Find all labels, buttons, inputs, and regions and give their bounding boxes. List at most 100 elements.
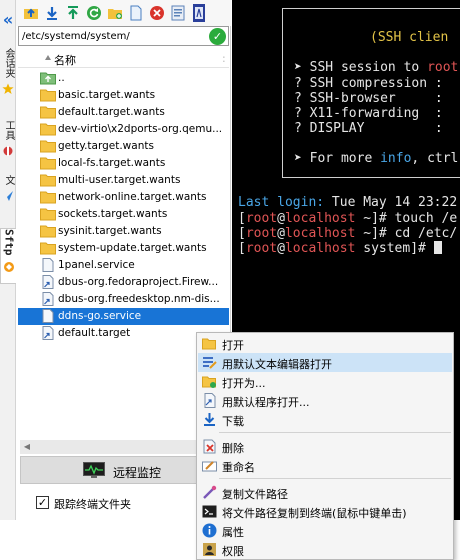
- tab-files[interactable]: 文: [0, 175, 16, 204]
- file-row[interactable]: network-online.target.wants: [18, 189, 229, 206]
- file-row[interactable]: system-update.target.wants: [18, 240, 229, 257]
- file-row-icon: [40, 156, 56, 170]
- download-button[interactable]: [43, 3, 61, 23]
- file-name: multi-user.target.wants: [58, 174, 181, 186]
- file-name: network-online.target.wants: [58, 191, 207, 203]
- context-menu-item-icon: [202, 412, 217, 427]
- text-editor-button[interactable]: [190, 3, 208, 23]
- upload-up-button[interactable]: [64, 3, 82, 23]
- follow-terminal-label: 跟踪终端文件夹: [54, 498, 131, 511]
- context-menu-item[interactable]: 将文件路径复制到终端(鼠标中键单击): [198, 502, 452, 521]
- file-row[interactable]: ..: [18, 70, 229, 87]
- context-menu-item[interactable]: 权限: [198, 540, 452, 559]
- banner-highlight: info: [380, 151, 412, 166]
- column-name[interactable]: 名称: [54, 52, 76, 68]
- context-menu-item-label: 用默认文本编辑器打开: [222, 358, 332, 371]
- checkmark-icon: ✓: [37, 496, 48, 509]
- context-menu-item-icon: [202, 393, 217, 408]
- rename-icon: [202, 461, 217, 472]
- file-row[interactable]: basic.target.wants: [18, 87, 229, 104]
- path-bar: ✓: [18, 26, 229, 46]
- upload-icon: [24, 8, 38, 19]
- file-row-icon: [40, 207, 56, 221]
- folder-icon: [40, 106, 56, 119]
- delete-icon: [203, 439, 216, 454]
- file-row[interactable]: dbus-org.fedoraproject.Firew...: [18, 274, 229, 291]
- banner-bullet: ?: [294, 121, 302, 136]
- follow-terminal-checkbox[interactable]: ✓: [36, 496, 49, 509]
- banner-bullet: ➤: [294, 60, 302, 75]
- folder-icon: [40, 191, 56, 204]
- file-row[interactable]: getty.target.wants: [18, 138, 229, 155]
- context-menu-item-label: 下载: [222, 415, 244, 428]
- prompt-dir: system: [363, 241, 411, 256]
- folder-icon: [40, 89, 56, 102]
- delete-icon: [150, 6, 164, 20]
- folder-icon: [40, 242, 56, 255]
- context-menu-item[interactable]: 删除: [198, 437, 452, 456]
- copy-path-icon: [203, 485, 217, 499]
- file-row-icon: [40, 122, 56, 136]
- file-row-selected[interactable]: ddns-go.service: [18, 308, 229, 325]
- path-go-button[interactable]: ✓: [209, 28, 226, 45]
- context-menu-item[interactable]: 重命名: [198, 456, 452, 475]
- file-row[interactable]: multi-user.target.wants: [18, 172, 229, 189]
- file-row[interactable]: 1panel.service: [18, 257, 229, 274]
- tab-tools[interactable]: 工具: [0, 120, 16, 159]
- remote-monitor-label: 远程监控: [113, 466, 162, 480]
- context-menu-item[interactable]: 用默认程序打开...: [198, 391, 452, 410]
- tab-sessions-label: 会话夹: [3, 48, 14, 78]
- file-name: dev-virtio\x2dports-org.qemu...: [58, 123, 223, 135]
- context-menu-item[interactable]: 复制文件路径: [198, 483, 452, 502]
- file-name: basic.target.wants: [58, 89, 156, 101]
- banner-text: DISPLAY: [309, 121, 365, 136]
- scroll-left-icon[interactable]: ◀: [20, 440, 34, 454]
- file-name: dbus-org.fedoraproject.Firew...: [58, 276, 219, 288]
- file-name: default.target.wants: [58, 106, 165, 118]
- properties-icon: [171, 5, 185, 21]
- file-name: ddns-go.service: [58, 310, 142, 322]
- banner-after: , ctrl: [411, 151, 459, 166]
- path-input[interactable]: [22, 29, 207, 44]
- file-row[interactable]: dbus-org.freedesktop.nm-dis...: [18, 291, 229, 308]
- context-menu-item[interactable]: 打开为...: [198, 372, 452, 391]
- banner-text: For more: [309, 151, 381, 166]
- banner-text: SSH session to: [309, 60, 428, 75]
- context-menu-item[interactable]: 用默认文本编辑器打开: [198, 353, 452, 372]
- context-menu-item-label: 打开: [222, 339, 244, 352]
- last-login-label: Last login:: [238, 195, 325, 210]
- sftp-icon: [3, 261, 14, 272]
- tab-sftp-label: Sftp: [2, 229, 16, 256]
- context-menu-item[interactable]: 打开: [198, 334, 452, 353]
- upload-button[interactable]: [22, 3, 40, 23]
- text-editor-icon: [193, 4, 205, 22]
- file-row[interactable]: sockets.target.wants: [18, 206, 229, 223]
- tab-sessions[interactable]: 会话夹: [0, 48, 16, 97]
- properties-button[interactable]: [169, 3, 187, 23]
- banner-line: ? DISPLAY :: [294, 121, 443, 136]
- file-row[interactable]: sysinit.target.wants: [18, 223, 229, 240]
- file-row-icon: [40, 173, 56, 187]
- context-menu-item[interactable]: 属性: [198, 521, 452, 540]
- refresh-button[interactable]: [85, 3, 103, 23]
- delete-button[interactable]: [148, 3, 166, 23]
- context-menu-item-icon: [202, 485, 217, 500]
- new-file-button[interactable]: [127, 3, 145, 23]
- context-menu-item-icon: [202, 542, 217, 557]
- banner-text: SSH compression: [309, 76, 428, 91]
- link-file-icon: [42, 326, 54, 340]
- refresh-icon: [87, 6, 101, 20]
- tab-sftp[interactable]: Sftp: [0, 228, 16, 284]
- context-menu-item-label: 权限: [222, 545, 244, 558]
- collapse-panel-icon[interactable]: «: [0, 10, 16, 30]
- file-row[interactable]: default.target.wants: [18, 104, 229, 121]
- context-menu-item-label: 属性: [222, 526, 244, 539]
- link-file-icon: [42, 275, 54, 289]
- file-row[interactable]: dev-virtio\x2dports-org.qemu...: [18, 121, 229, 138]
- file-row[interactable]: local-fs.target.wants: [18, 155, 229, 172]
- sftp-toolbar: [16, 0, 231, 26]
- context-menu-item[interactable]: 下载: [198, 410, 452, 429]
- new-folder-button[interactable]: [106, 3, 124, 23]
- file-row-icon: [40, 88, 56, 102]
- sort-ascending-icon[interactable]: [44, 54, 52, 62]
